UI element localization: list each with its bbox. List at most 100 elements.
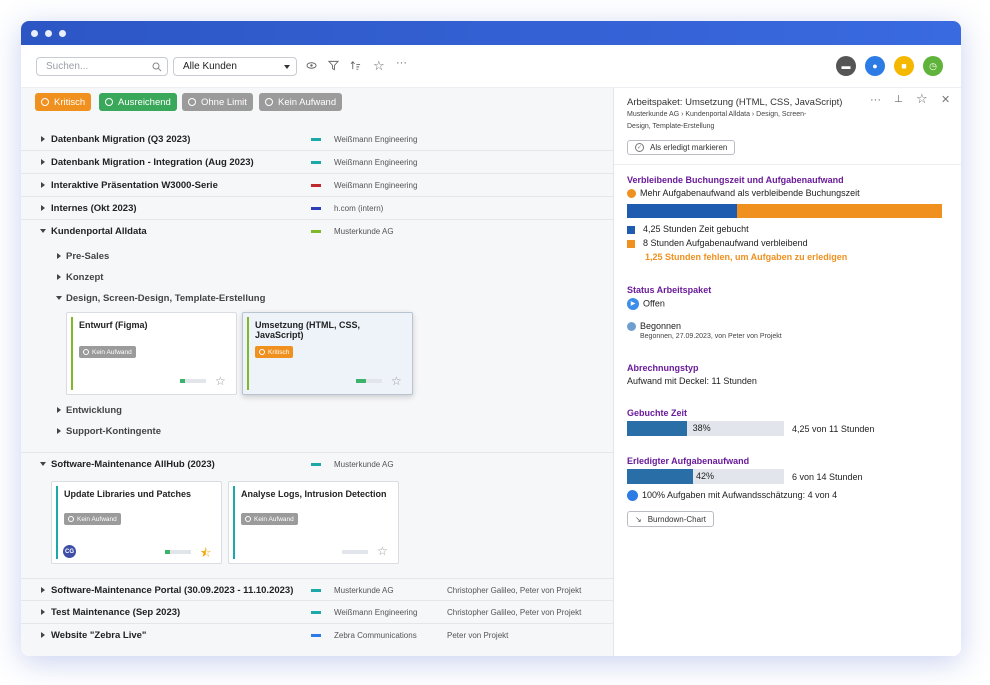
chevron-down-icon[interactable] [40, 229, 46, 233]
burndown-label: Burndown-Chart [647, 514, 706, 524]
section-title: Gebuchte Zeit [627, 408, 688, 418]
star-half-icon[interactable]: ⯪ [200, 544, 211, 565]
clock-icon[interactable]: ◷ [923, 56, 943, 76]
chevron-right-icon[interactable] [57, 274, 61, 280]
project-row[interactable]: Test Maintenance (Sep 2023) Weißmann Engi… [21, 601, 613, 624]
avatar[interactable]: CG [63, 545, 76, 558]
project-customer: Weißmann Engineering [334, 608, 418, 617]
more-icon[interactable]: ··· [870, 94, 881, 106]
project-row[interactable]: Datenbank Migration (Q3 2023) Weißmann En… [21, 128, 613, 151]
chevron-right-icon[interactable] [41, 609, 45, 615]
subproject-row[interactable]: Support-Kontingente [21, 421, 613, 441]
badge-label: Kein Aufwand [92, 348, 132, 356]
task-card[interactable]: Entwurf (Figma) Kein Aufwand ☆ [66, 312, 237, 395]
project-color-bar [311, 634, 321, 637]
project-row[interactable]: Datenbank Migration - Integration (Aug 2… [21, 151, 613, 174]
detail-panel: Arbeitspaket: Umsetzung (HTML, CSS, Java… [613, 88, 961, 656]
mark-done-button[interactable]: ✓ Als erledigt markieren [627, 140, 736, 155]
filter-kritisch[interactable]: Kritisch [35, 93, 92, 111]
project-row[interactable]: Website "Zebra Live" Zebra Communications… [21, 624, 613, 647]
check-icon: ✓ [635, 143, 644, 152]
project-name: Website "Zebra Live" [51, 630, 147, 641]
filter-ausreichend[interactable]: Ausreichend [99, 93, 177, 111]
app-window: Suchen... Alle Kunden ☆ ··· ▬ ● ■ ◷ Krit… [21, 21, 961, 656]
subproject-name: Entwicklung [66, 405, 122, 416]
project-people: Peter von Projekt [447, 631, 509, 640]
folder-icon[interactable]: ▬ [836, 56, 856, 76]
toolbar: Suchen... Alle Kunden ☆ ··· ▬ ● ■ ◷ [21, 45, 961, 88]
eye-icon[interactable] [306, 60, 317, 71]
chevron-right-icon[interactable] [41, 205, 45, 211]
window-dot-maximize[interactable] [59, 30, 66, 37]
note-icon[interactable]: ■ [894, 56, 914, 76]
project-name: Internes (Okt 2023) [51, 203, 137, 214]
filter-ohne-limit[interactable]: Ohne Limit [182, 93, 253, 111]
billing-value: Aufwand mit Deckel: 11 Stunden [627, 376, 757, 386]
star-icon[interactable]: ☆ [215, 374, 226, 388]
filter-kein-aufwand[interactable]: Kein Aufwand [259, 93, 343, 111]
subproject-name: Konzept [66, 272, 104, 283]
task-card[interactable]: Analyse Logs, Intrusion Detection Kein A… [228, 481, 399, 564]
trend-down-icon: ↘ [635, 514, 642, 524]
play-icon: ▶ [627, 298, 639, 310]
booked-time-bar: 38% [627, 421, 784, 436]
burndown-chart-button[interactable]: ↘ Burndown-Chart [627, 511, 714, 527]
project-row-expanded[interactable]: Software-Maintenance AllHub (2023) Muster… [21, 452, 613, 475]
done-effort-fill [627, 469, 693, 484]
window-dot-minimize[interactable] [45, 30, 52, 37]
project-customer: Weißmann Engineering [334, 158, 418, 167]
subproject-name: Support-Kontingente [66, 426, 161, 437]
chevron-down-icon [284, 65, 290, 69]
subproject-row[interactable]: Entwicklung [21, 400, 613, 420]
project-people: Christopher Galileo, Peter von Projekt [447, 608, 582, 617]
project-name: Software-Maintenance Portal (30.09.2023 … [51, 585, 294, 596]
missing-hours-label: 1,25 Stunden fehlen, um Aufgaben zu erle… [645, 252, 848, 262]
project-row-expanded[interactable]: Kundenportal Alldata Musterkunde AG [21, 220, 613, 243]
chevron-right-icon[interactable] [57, 407, 61, 413]
booked-value: 4,25 von 11 Stunden [792, 424, 875, 434]
circle-icon [245, 516, 251, 522]
booked-label: 4,25 Stunden Zeit gebucht [643, 224, 749, 234]
search-icon [152, 62, 162, 72]
subproject-row-expanded[interactable]: Design, Screen-Design, Template-Erstellu… [21, 288, 613, 308]
chevron-down-icon[interactable] [40, 462, 46, 466]
sort-icon[interactable] [350, 60, 361, 71]
project-color-bar [311, 161, 321, 164]
star-icon[interactable]: ☆ [916, 91, 928, 107]
project-row[interactable]: Interaktive Präsentation W3000-Serie Weiß… [21, 174, 613, 197]
chevron-right-icon[interactable] [41, 136, 45, 142]
section-title: Abrechnungstyp [627, 363, 699, 373]
chevron-right-icon[interactable] [57, 253, 61, 259]
customer-select[interactable]: Alle Kunden [173, 57, 297, 76]
status-dot-icon [627, 322, 636, 332]
more-icon[interactable]: ··· [396, 57, 407, 69]
chevron-right-icon[interactable] [41, 587, 45, 593]
project-name: Kundenportal Alldata [51, 226, 147, 237]
chevron-right-icon[interactable] [41, 159, 45, 165]
filter-icon[interactable] [328, 60, 339, 71]
star-icon[interactable]: ☆ [391, 374, 402, 388]
project-customer: h.com (intern) [334, 204, 384, 213]
pin-icon[interactable]: ⊥ [894, 94, 903, 105]
project-row[interactable]: Internes (Okt 2023) h.com (intern) [21, 197, 613, 220]
close-icon[interactable]: ✕ [941, 93, 950, 106]
task-card[interactable]: Update Libraries und Patches Kein Aufwan… [51, 481, 222, 564]
star-icon[interactable]: ☆ [373, 58, 385, 74]
task-card-selected[interactable]: Umsetzung (HTML, CSS, JavaScript) Kritis… [242, 312, 413, 395]
booked-time-fill [627, 421, 687, 436]
search-input[interactable]: Suchen... [36, 57, 168, 76]
circle-icon [265, 98, 273, 106]
subproject-row[interactable]: Konzept [21, 267, 613, 287]
chevron-right-icon[interactable] [41, 182, 45, 188]
chevron-right-icon[interactable] [57, 428, 61, 434]
detail-title: Arbeitspaket: Umsetzung (HTML, CSS, Java… [627, 97, 843, 108]
star-icon[interactable]: ☆ [377, 544, 388, 558]
subproject-row[interactable]: Pre-Sales [21, 246, 613, 266]
subproject-name: Design, Screen-Design, Template-Erstellu… [66, 293, 266, 304]
window-dot-close[interactable] [31, 30, 38, 37]
project-row[interactable]: Software-Maintenance Portal (30.09.2023 … [21, 578, 613, 601]
chevron-right-icon[interactable] [41, 632, 45, 638]
filter-label: Kein Aufwand [278, 96, 337, 108]
bell-icon[interactable]: ● [865, 56, 885, 76]
chevron-down-icon[interactable] [56, 296, 62, 300]
